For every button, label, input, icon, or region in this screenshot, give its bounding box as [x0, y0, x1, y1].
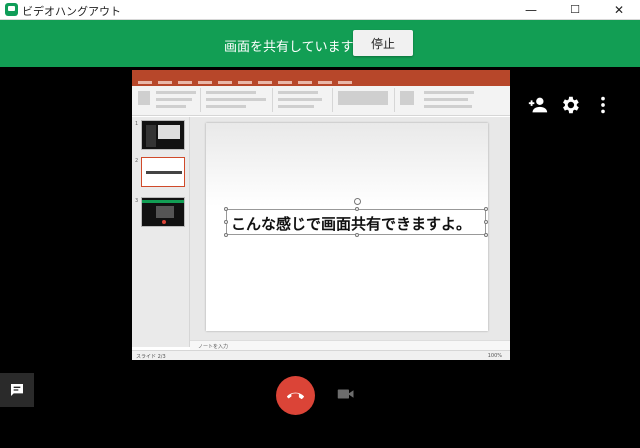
resize-handle[interactable] [484, 207, 488, 211]
slide-editor: こんな感じで画面共有できますよ。 [190, 117, 510, 347]
video-stage: 1 2 3 こんな感じで画面共有できますよ。 ノートを入力 スライド 2/3 1… [0, 67, 640, 448]
zoom-level: 100% [487, 353, 502, 359]
hangouts-app-icon [5, 3, 18, 16]
slide-counter: スライド 2/3 [136, 354, 166, 360]
slide-thumbnail[interactable]: 3 [135, 197, 185, 227]
notes-pane[interactable]: ノートを入力 [190, 340, 510, 350]
ppt-title-bar [132, 70, 510, 79]
slide-text-box[interactable]: こんな感じで画面共有できますよ。 [224, 198, 488, 237]
person-add-icon[interactable] [527, 94, 549, 116]
screen-share-bar: 画面を共有しています 停止 [0, 20, 640, 67]
resize-handle[interactable] [224, 207, 228, 211]
shared-screen-preview: 1 2 3 こんな感じで画面共有できますよ。 ノートを入力 スライド 2/3 1… [132, 70, 510, 360]
hangup-button[interactable] [276, 376, 315, 415]
resize-handle[interactable] [484, 233, 488, 237]
maximize-button[interactable]: ☐ [553, 0, 597, 20]
share-status-text: 画面を共有しています [224, 40, 354, 55]
videocam-icon[interactable] [337, 387, 355, 401]
more-vert-icon[interactable] [592, 94, 614, 116]
chat-icon [11, 384, 23, 396]
resize-handle[interactable] [224, 220, 228, 224]
slide-body-text: こんな感じで画面共有できますよ。 [231, 215, 472, 233]
slide-thumbnails: 1 2 3 [132, 117, 190, 347]
ppt-status-bar: スライド 2/3 100% [132, 350, 510, 360]
close-button[interactable]: ✕ [597, 0, 640, 20]
resize-handle[interactable] [355, 207, 359, 211]
resize-handle[interactable] [484, 220, 488, 224]
window-title: ビデオハングアウト [22, 5, 121, 18]
current-slide: こんな感じで画面共有できますよ。 [206, 123, 488, 331]
ppt-ribbon-tabs [132, 79, 510, 86]
chat-button[interactable] [0, 373, 34, 407]
slide-thumbnail-selected[interactable]: 2 [135, 157, 185, 187]
minimize-button[interactable]: — [509, 0, 553, 20]
rotate-handle[interactable] [354, 198, 361, 205]
slide-thumbnail[interactable]: 1 [135, 120, 185, 150]
hangup-icon [287, 392, 304, 400]
slide-number: 1 [135, 121, 139, 127]
gear-icon[interactable] [559, 94, 581, 116]
title-bar: ビデオハングアウト — ☐ ✕ [0, 0, 640, 20]
resize-handle[interactable] [224, 233, 228, 237]
ppt-ribbon [132, 86, 510, 116]
slide-number: 2 [135, 158, 139, 164]
slide-number: 3 [135, 198, 139, 204]
stop-sharing-button[interactable]: 停止 [353, 30, 413, 56]
